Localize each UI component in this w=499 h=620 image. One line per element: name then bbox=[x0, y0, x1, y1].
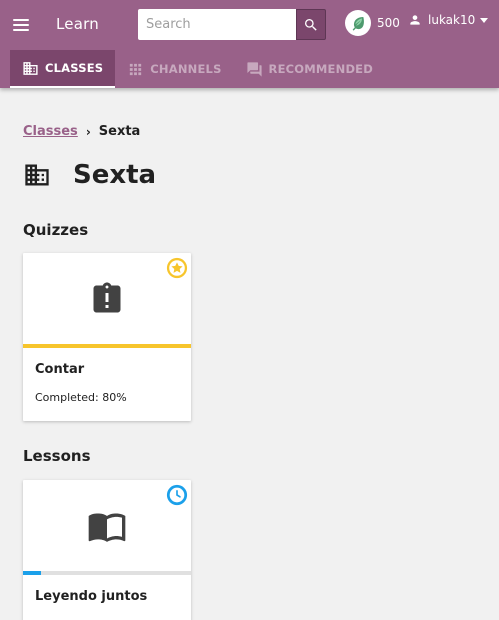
points-display: 500 bbox=[345, 10, 400, 36]
breadcrumb-classes-link[interactable]: Classes bbox=[23, 124, 78, 139]
tab-recommended-label: RECOMMENDED bbox=[268, 62, 373, 76]
points-leaf-icon bbox=[345, 10, 371, 36]
card-progress-bar bbox=[23, 571, 191, 575]
lesson-card[interactable]: Leyendo juntos bbox=[23, 480, 191, 620]
classroom-icon bbox=[25, 164, 49, 186]
card-title: Leyendo juntos bbox=[35, 589, 148, 604]
card-thumbnail bbox=[23, 253, 191, 344]
forum-icon bbox=[246, 61, 262, 77]
page-title: Sexta bbox=[73, 160, 157, 190]
app-title: Learn bbox=[56, 15, 99, 33]
clock-icon bbox=[166, 484, 188, 506]
person-icon bbox=[410, 15, 420, 25]
quiz-card[interactable]: Contar Completed: 80% bbox=[23, 253, 191, 421]
breadcrumb-separator: › bbox=[85, 124, 91, 139]
assignment-late-icon bbox=[93, 282, 121, 312]
app-bar: Learn 500 lukak10 CLASSES bbox=[0, 0, 499, 88]
tab-classes-label: CLASSES bbox=[45, 61, 104, 75]
user-menu[interactable]: lukak10 bbox=[408, 13, 489, 27]
card-title: Contar bbox=[35, 362, 85, 377]
tab-channels[interactable]: CHANNELS bbox=[115, 50, 233, 88]
tab-classes[interactable]: CLASSES bbox=[10, 50, 116, 88]
lessons-heading: Lessons bbox=[23, 447, 91, 465]
search-input[interactable] bbox=[138, 9, 296, 40]
breadcrumb-current: Sexta bbox=[98, 124, 141, 139]
tab-bar: CLASSES CHANNELS RECOMMENDED bbox=[10, 50, 385, 88]
card-progress-bar bbox=[23, 344, 191, 348]
grid-icon bbox=[130, 63, 142, 75]
star-icon bbox=[166, 257, 188, 279]
breadcrumb: Classes › Sexta bbox=[23, 124, 140, 139]
tab-channels-label: CHANNELS bbox=[150, 62, 222, 76]
search-box bbox=[138, 9, 326, 40]
points-value: 500 bbox=[377, 16, 400, 30]
card-thumbnail bbox=[23, 480, 191, 571]
search-button[interactable] bbox=[296, 9, 326, 40]
classroom-icon bbox=[23, 61, 38, 75]
menu-icon[interactable] bbox=[10, 15, 32, 35]
clock-badge bbox=[166, 484, 188, 510]
book-icon bbox=[88, 513, 126, 542]
page-header: Sexta bbox=[23, 160, 156, 190]
tab-recommended[interactable]: RECOMMENDED bbox=[234, 50, 385, 88]
username: lukak10 bbox=[428, 13, 476, 27]
lesson-progress-fill bbox=[23, 571, 42, 575]
card-subtitle: Completed: 80% bbox=[35, 391, 127, 404]
star-badge bbox=[166, 257, 188, 283]
chevron-down-icon bbox=[480, 17, 489, 23]
quizzes-heading: Quizzes bbox=[23, 221, 89, 239]
quiz-progress-fill bbox=[23, 344, 191, 348]
search-icon bbox=[305, 18, 317, 31]
